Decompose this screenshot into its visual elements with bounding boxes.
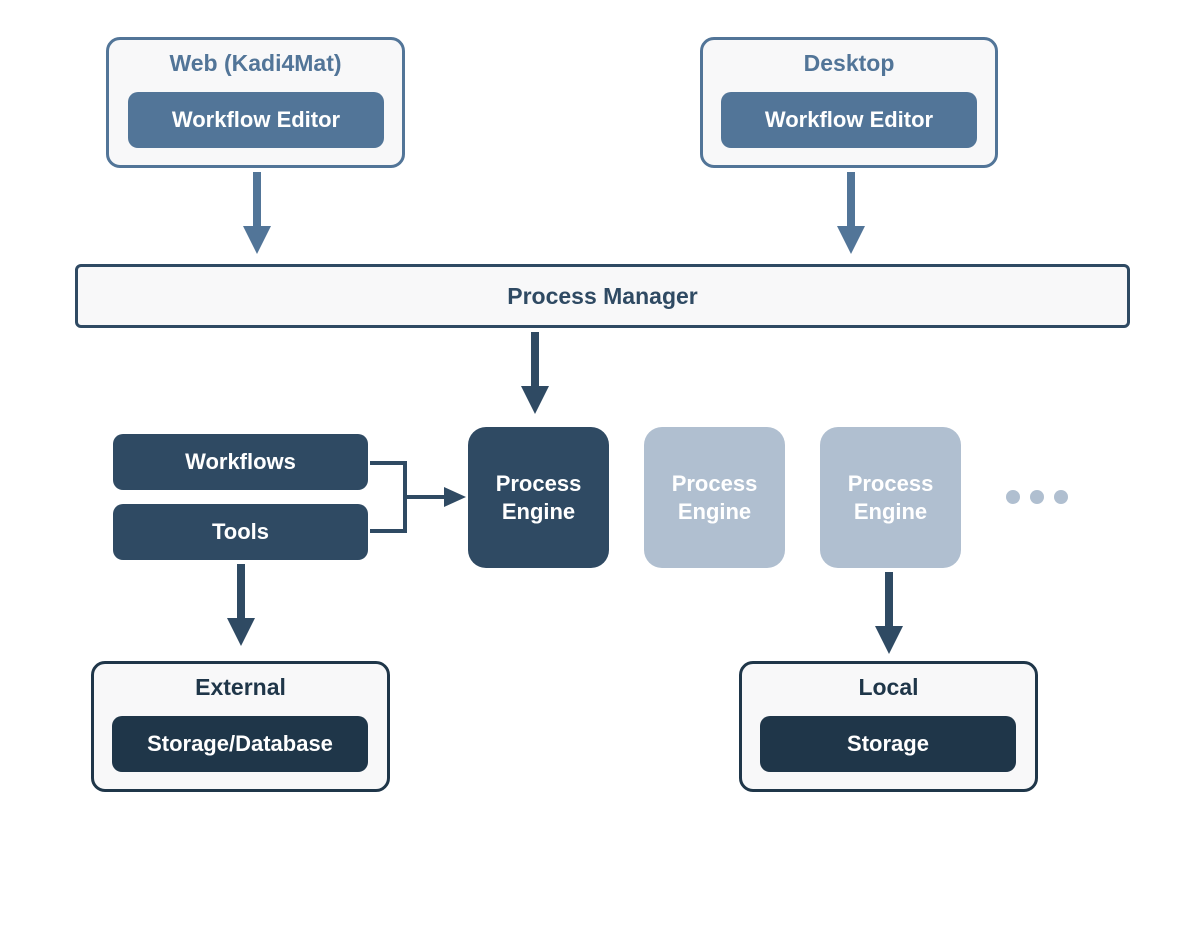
desktop-workflow-editor: Workflow Editor [721,92,977,148]
arrow-web-to-pm [243,172,271,262]
connector-wft-to-engine [370,455,470,545]
process-engine-active: Process Engine [468,427,609,568]
diagram-canvas: Web (Kadi4Mat) Workflow Editor Desktop W… [0,0,1200,945]
arrow-desktop-to-pm [837,172,865,262]
arrow-pm-to-engine [521,332,549,422]
desktop-group-title: Desktop [703,50,995,77]
web-group-title: Web (Kadi4Mat) [109,50,402,77]
ellipsis-icon [1006,490,1068,504]
tools-pill: Tools [113,504,368,560]
local-storage: Storage [760,716,1016,772]
process-engine-inactive-1: Process Engine [644,427,785,568]
process-engine-inactive-2: Process Engine [820,427,961,568]
process-manager: Process Manager [75,264,1130,328]
arrow-tools-to-external [227,564,255,654]
external-group-title: External [94,674,387,701]
arrow-engine-to-local [875,572,903,662]
workflows-pill: Workflows [113,434,368,490]
local-group-title: Local [742,674,1035,701]
web-workflow-editor: Workflow Editor [128,92,384,148]
external-storage: Storage/Database [112,716,368,772]
